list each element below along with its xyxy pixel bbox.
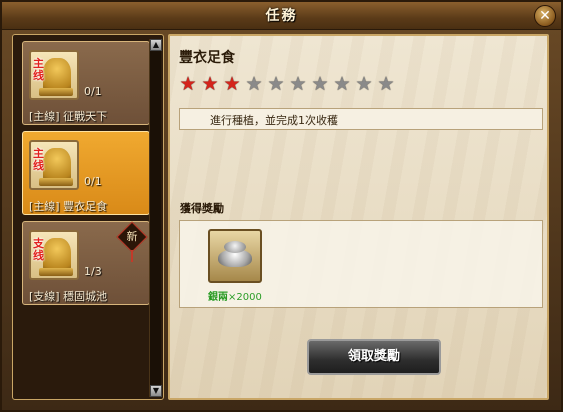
new-tassel: [131, 250, 133, 262]
star-empty-icon: ★: [267, 73, 285, 95]
quest-window: 任務 ✕ 主 线 0/1 [主線] 征戰天下 主 线 0/1 [主線] 豐衣足食: [0, 0, 563, 412]
star-empty-icon: ★: [377, 73, 395, 95]
quest-type-badge: 支 线: [33, 237, 44, 262]
close-icon: ✕: [539, 8, 551, 24]
quest-progress: 0/1: [84, 85, 102, 98]
quest-seal-icon: 主 线: [29, 140, 79, 190]
star-empty-icon: ★: [245, 73, 263, 95]
claim-reward-button[interactable]: 領取獎勵: [307, 339, 441, 375]
quest-name: [支線] 穩固城池: [29, 290, 108, 303]
reward-quantity: 銀兩×2000: [208, 288, 262, 303]
title-bar: 任務 ✕: [2, 2, 561, 30]
quest-list: 主 线 0/1 [主線] 征戰天下 主 线 0/1 [主線] 豐衣足食 支 线: [16, 38, 150, 396]
scroll-down-icon[interactable]: ▼: [150, 385, 162, 397]
quest-list-scrollbar[interactable]: ▲ ▼: [149, 39, 162, 397]
difficulty-stars: ★ ★ ★ ★ ★ ★ ★ ★ ★ ★: [178, 74, 398, 94]
quest-card-2[interactable]: 主 线 0/1 [主線] 豐衣足食: [22, 131, 150, 215]
quest-name: [主線] 征戰天下: [29, 110, 108, 123]
star-filled-icon: ★: [179, 73, 197, 95]
quest-detail-panel: 豐衣足食 ★ ★ ★ ★ ★ ★ ★ ★ ★ ★ 進行種植，並完成1次收穫 獲得獎勵 銀兩×200…: [168, 34, 549, 400]
scroll-up-icon[interactable]: ▲: [150, 39, 162, 51]
new-badge-label: 新: [126, 230, 138, 243]
quest-progress: 0/1: [84, 175, 102, 188]
reward-name: 銀兩: [208, 292, 228, 303]
quest-card-3[interactable]: 支 线 新 1/3 [支線] 穩固城池: [22, 221, 150, 305]
reward-amount: ×2000: [228, 292, 262, 303]
quest-title: 豐衣足食: [179, 50, 235, 66]
reward-label: 獲得獎勵: [180, 202, 224, 215]
quest-description-box: 進行種植，並完成1次收穫: [179, 108, 543, 130]
new-badge: 新: [116, 221, 148, 253]
star-empty-icon: ★: [311, 73, 329, 95]
reward-box: 銀兩×2000: [179, 220, 543, 308]
quest-list-panel: 主 线 0/1 [主線] 征戰天下 主 线 0/1 [主線] 豐衣足食 支 线: [12, 34, 164, 400]
star-empty-icon: ★: [355, 73, 373, 95]
quest-seal-icon: 支 线: [29, 230, 79, 280]
quest-progress: 1/3: [84, 265, 102, 278]
star-filled-icon: ★: [223, 73, 241, 95]
star-filled-icon: ★: [201, 73, 219, 95]
quest-card-1[interactable]: 主 线 0/1 [主線] 征戰天下: [22, 41, 150, 125]
quest-description: 進行種植，並完成1次收穫: [210, 114, 338, 127]
silver-ingot-icon[interactable]: [208, 229, 262, 283]
close-button[interactable]: ✕: [534, 5, 556, 27]
quest-name: [主線] 豐衣足食: [29, 200, 108, 213]
window-title: 任務: [265, 8, 298, 24]
quest-seal-icon: 主 线: [29, 50, 79, 100]
star-empty-icon: ★: [289, 73, 307, 95]
quest-type-badge: 主 线: [33, 147, 44, 172]
star-empty-icon: ★: [333, 73, 351, 95]
quest-type-badge: 主 线: [33, 57, 44, 82]
